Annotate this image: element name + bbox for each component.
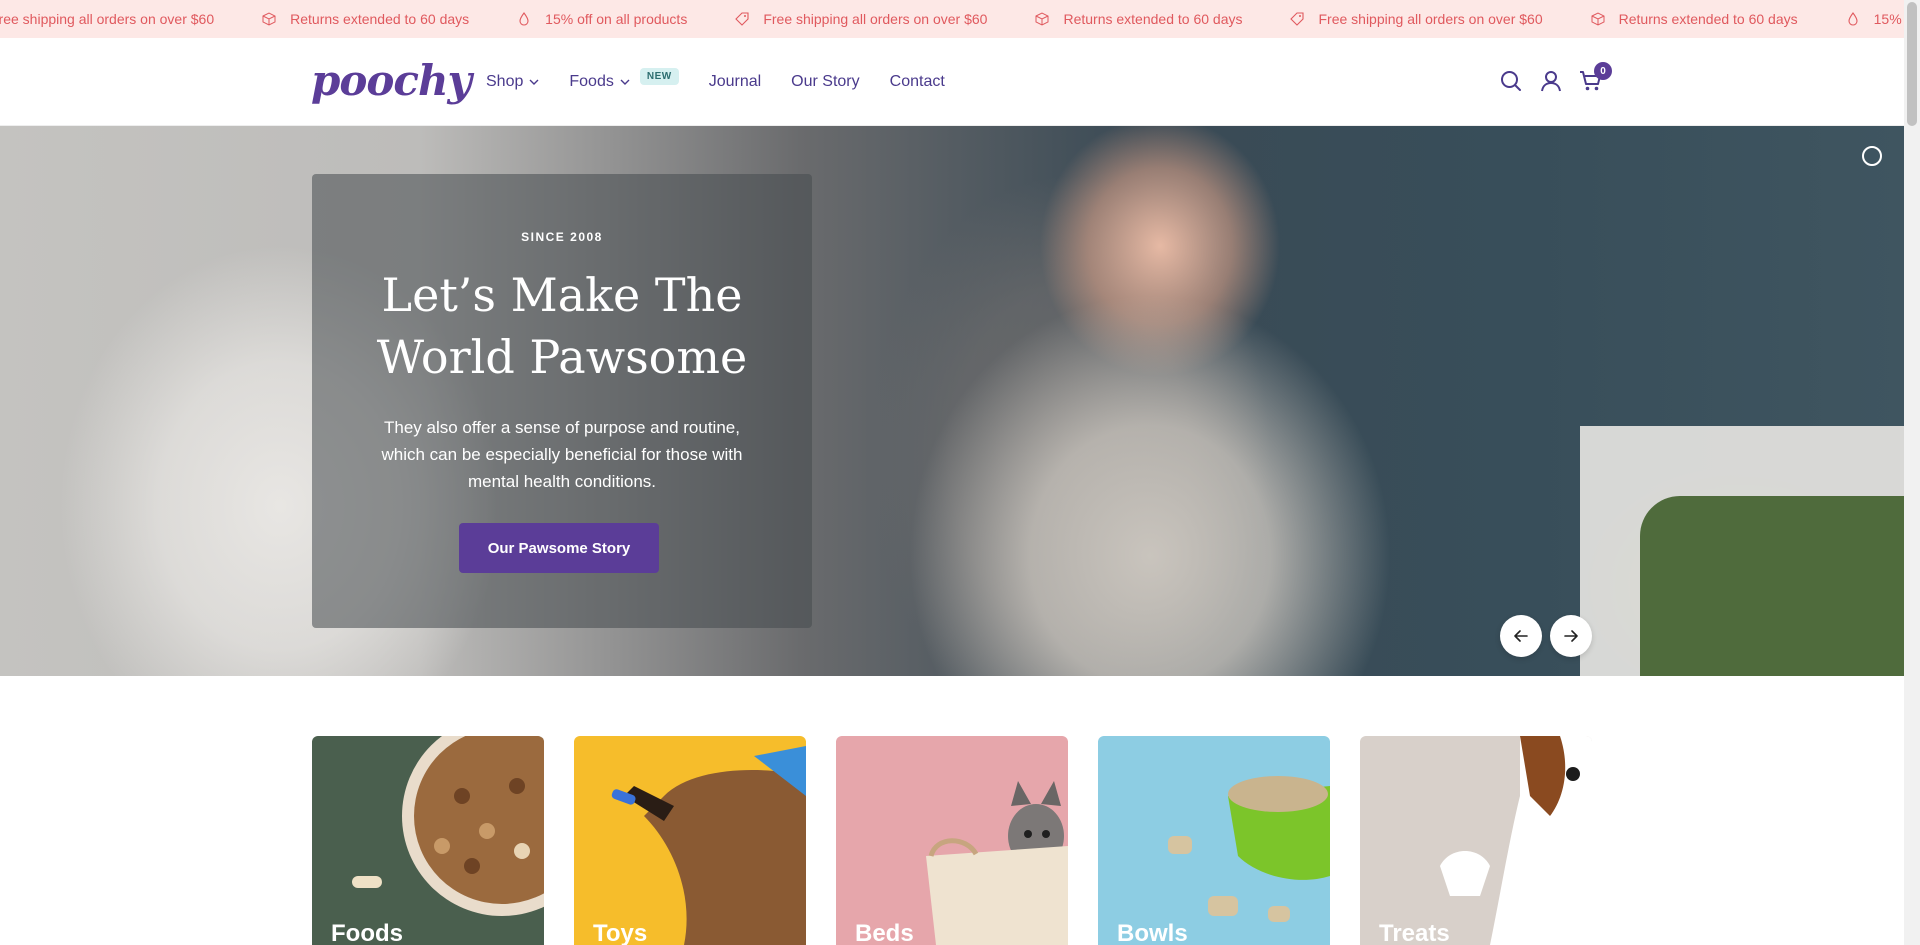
hero-image-pillow: [1640, 496, 1904, 676]
nav-shop[interactable]: Shop: [486, 73, 539, 91]
hero-description: They also offer a sense of purpose and r…: [381, 418, 743, 491]
site-header: poochy Shop Foods NEW Journal Our Story …: [0, 38, 1904, 126]
dog-treats-image: [1440, 736, 1592, 945]
announcement-track: Free shipping all orders on over $60 Ret…: [0, 0, 1904, 38]
category-card-treats[interactable]: Treats: [1360, 736, 1592, 945]
nav-contact[interactable]: Contact: [890, 73, 945, 91]
category-label: Foods: [331, 920, 403, 945]
hero-kicker: SINCE 2008: [521, 230, 603, 244]
announcement-item: 15% off on all products: [1846, 11, 1904, 27]
nav-label: Contact: [889, 73, 945, 90]
tag-icon: [735, 12, 749, 26]
category-card-bowls[interactable]: Bowls: [1098, 736, 1330, 945]
food-bowl-image: [352, 736, 544, 916]
user-icon: [1541, 71, 1561, 92]
hero-content-panel: SINCE 2008 Let’s Make The World Pawsome …: [312, 174, 812, 628]
category-label: Treats: [1379, 920, 1450, 945]
announcement-item: Returns extended to 60 days: [1035, 11, 1242, 27]
our-story-button[interactable]: Our Pawsome Story: [459, 523, 659, 573]
logo[interactable]: poochy: [311, 56, 472, 110]
category-card-foods[interactable]: Foods: [312, 736, 544, 945]
category-label: Bowls: [1117, 920, 1188, 945]
announcement-bar: Free shipping all orders on over $60 Ret…: [0, 0, 1904, 38]
cart-count-badge: 0: [1594, 62, 1612, 80]
green-bowl-image: [1168, 776, 1330, 922]
box-icon: [262, 12, 276, 26]
announcement-text: Free shipping all orders on over $60: [763, 11, 988, 27]
nav-our-story[interactable]: Our Story: [791, 73, 859, 91]
announcement-item: Free shipping all orders on over $60: [0, 11, 214, 27]
main-nav: Shop Foods NEW Journal Our Story Contact: [486, 38, 975, 126]
category-grid: Foods Toys Beds Bowls Treats: [312, 736, 1592, 945]
arrow-right-icon: [1564, 630, 1578, 642]
category-card-toys[interactable]: Toys: [574, 736, 806, 945]
dog-image: [611, 746, 806, 945]
scrollbar-thumb[interactable]: [1907, 2, 1917, 126]
search-button[interactable]: [1498, 68, 1524, 94]
announcement-text: Returns extended to 60 days: [1063, 11, 1243, 27]
nav-label: Our Story: [791, 73, 860, 90]
logo-text: poochy: [311, 56, 472, 105]
hero-title-line: Let’s Make The: [381, 268, 743, 322]
category-label: Beds: [855, 920, 914, 945]
announcement-item: Free shipping all orders on over $60: [735, 11, 987, 27]
announcement-text: 15% off on all products: [1873, 11, 1904, 27]
tag-icon: [1290, 12, 1305, 26]
nav-label: Journal: [708, 73, 762, 90]
nav-label: Foods: [569, 73, 614, 90]
chevron-down-icon: [529, 79, 539, 85]
scrollbar[interactable]: [1904, 0, 1920, 945]
slider-prev-button[interactable]: [1500, 615, 1542, 657]
announcement-text: Returns extended to 60 days: [1618, 11, 1798, 27]
page: Free shipping all orders on over $60 Ret…: [0, 0, 1920, 945]
hero-slider: SINCE 2008 Let’s Make The World Pawsome …: [0, 126, 1904, 676]
slider-next-button[interactable]: [1550, 615, 1592, 657]
announcement-item: 15% off on all products: [517, 11, 687, 27]
box-icon: [1035, 12, 1049, 26]
cart-button[interactable]: 0: [1578, 62, 1612, 94]
hero-title: Let’s Make The World Pawsome: [312, 264, 812, 388]
chevron-down-icon: [620, 79, 630, 85]
box-icon: [1591, 12, 1605, 26]
new-badge: NEW: [639, 67, 679, 85]
nav-label: Shop: [486, 73, 524, 90]
announcement-text: 15% off on all products: [545, 11, 688, 27]
search-icon: [1501, 71, 1521, 91]
account-button[interactable]: [1538, 68, 1564, 94]
drop-icon: [519, 12, 529, 26]
nav-journal[interactable]: Journal: [709, 73, 761, 91]
cat-basket-image: [926, 781, 1068, 945]
category-label: Toys: [593, 920, 648, 945]
announcement-item: Returns extended to 60 days: [1591, 11, 1798, 27]
hero-title-line: World Pawsome: [376, 330, 748, 384]
nav-foods[interactable]: Foods NEW: [569, 67, 679, 91]
announcement-text: Free shipping all orders on over $60: [1318, 11, 1543, 27]
arrow-left-icon: [1514, 630, 1528, 642]
announcement-item: Returns extended to 60 days: [262, 11, 469, 27]
slider-pause-button[interactable]: [1862, 146, 1882, 166]
announcement-text: Returns extended to 60 days: [290, 11, 470, 27]
category-card-beds[interactable]: Beds: [836, 736, 1068, 945]
drop-icon: [1848, 12, 1858, 26]
header-actions: 0: [1484, 62, 1612, 94]
announcement-text: Free shipping all orders on over $60: [0, 11, 215, 27]
announcement-item: Free shipping all orders on over $60: [1290, 11, 1543, 27]
